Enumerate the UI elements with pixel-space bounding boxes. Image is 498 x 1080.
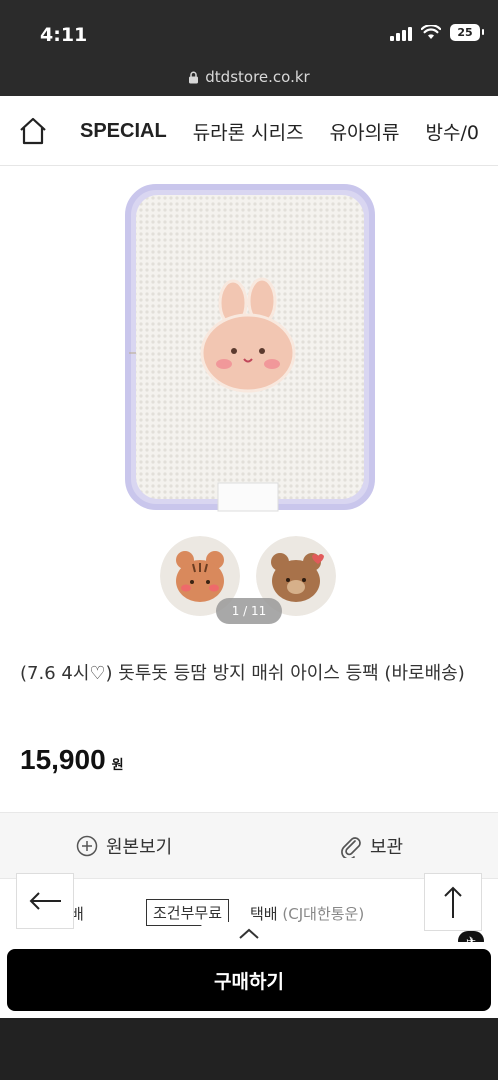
- arrow-left-icon: [29, 892, 61, 910]
- paperclip-icon: [341, 837, 361, 858]
- tab-baby-clothing[interactable]: 유아의류: [330, 118, 400, 145]
- purchase-sheet: 구매하기: [0, 922, 498, 1018]
- wifi-icon: [421, 25, 441, 39]
- tab-duralon-series[interactable]: 듀라론 시리즈: [193, 118, 304, 145]
- lock-icon: [189, 71, 199, 83]
- variant-thumbnails: [160, 536, 340, 616]
- scroll-top-button[interactable]: [424, 873, 482, 931]
- save-label: 보관: [370, 837, 404, 858]
- chevron-up-icon: [239, 928, 259, 939]
- arrow-up-icon: [444, 886, 462, 918]
- tab-special[interactable]: SPECIAL: [80, 120, 167, 143]
- url-text: dtdstore.co.kr: [205, 68, 310, 86]
- address-bar[interactable]: dtdstore.co.kr: [0, 66, 498, 96]
- sheet-handle[interactable]: [199, 922, 299, 946]
- product-image[interactable]: [120, 183, 378, 513]
- shipping-info: 택배 (CJ대한통운): [250, 903, 364, 924]
- product-title: (7.6 4시♡) 돗투돗 등땀 방지 매쉬 아이스 등팩 (바로배송): [20, 663, 465, 684]
- signal-icon: [390, 25, 412, 41]
- view-original-label: 원본보기: [106, 837, 173, 858]
- price-unit: 원: [111, 758, 124, 773]
- back-button[interactable]: [16, 873, 74, 929]
- battery-icon: 25: [450, 24, 484, 41]
- status-time: 4:11: [40, 24, 88, 46]
- status-icons: 25: [390, 24, 484, 41]
- view-original-button[interactable]: 원본보기: [76, 833, 172, 859]
- shipping-carrier: (CJ대한통운): [282, 905, 365, 923]
- tab-waterproof[interactable]: 방수/0: [426, 118, 479, 145]
- status-bar: 4:11 25: [0, 0, 498, 66]
- save-button[interactable]: 보관: [340, 833, 403, 859]
- price-value: 15,900: [20, 744, 106, 775]
- home-icon[interactable]: [18, 116, 48, 146]
- price: 15,900 원: [20, 744, 124, 776]
- buy-button[interactable]: 구매하기: [7, 949, 491, 1011]
- plus-circle-icon: [76, 835, 98, 857]
- category-tabs: SPECIAL 듀라론 시리즈 유아의류 방수/0: [80, 96, 479, 166]
- image-counter: 1 / 11: [216, 598, 282, 624]
- top-nav: SPECIAL 듀라론 시리즈 유아의류 방수/0: [0, 96, 498, 166]
- action-row: 원본보기 보관: [0, 813, 498, 879]
- shipping-method: 택배: [250, 905, 278, 923]
- home-indicator-area: [0, 1018, 498, 1080]
